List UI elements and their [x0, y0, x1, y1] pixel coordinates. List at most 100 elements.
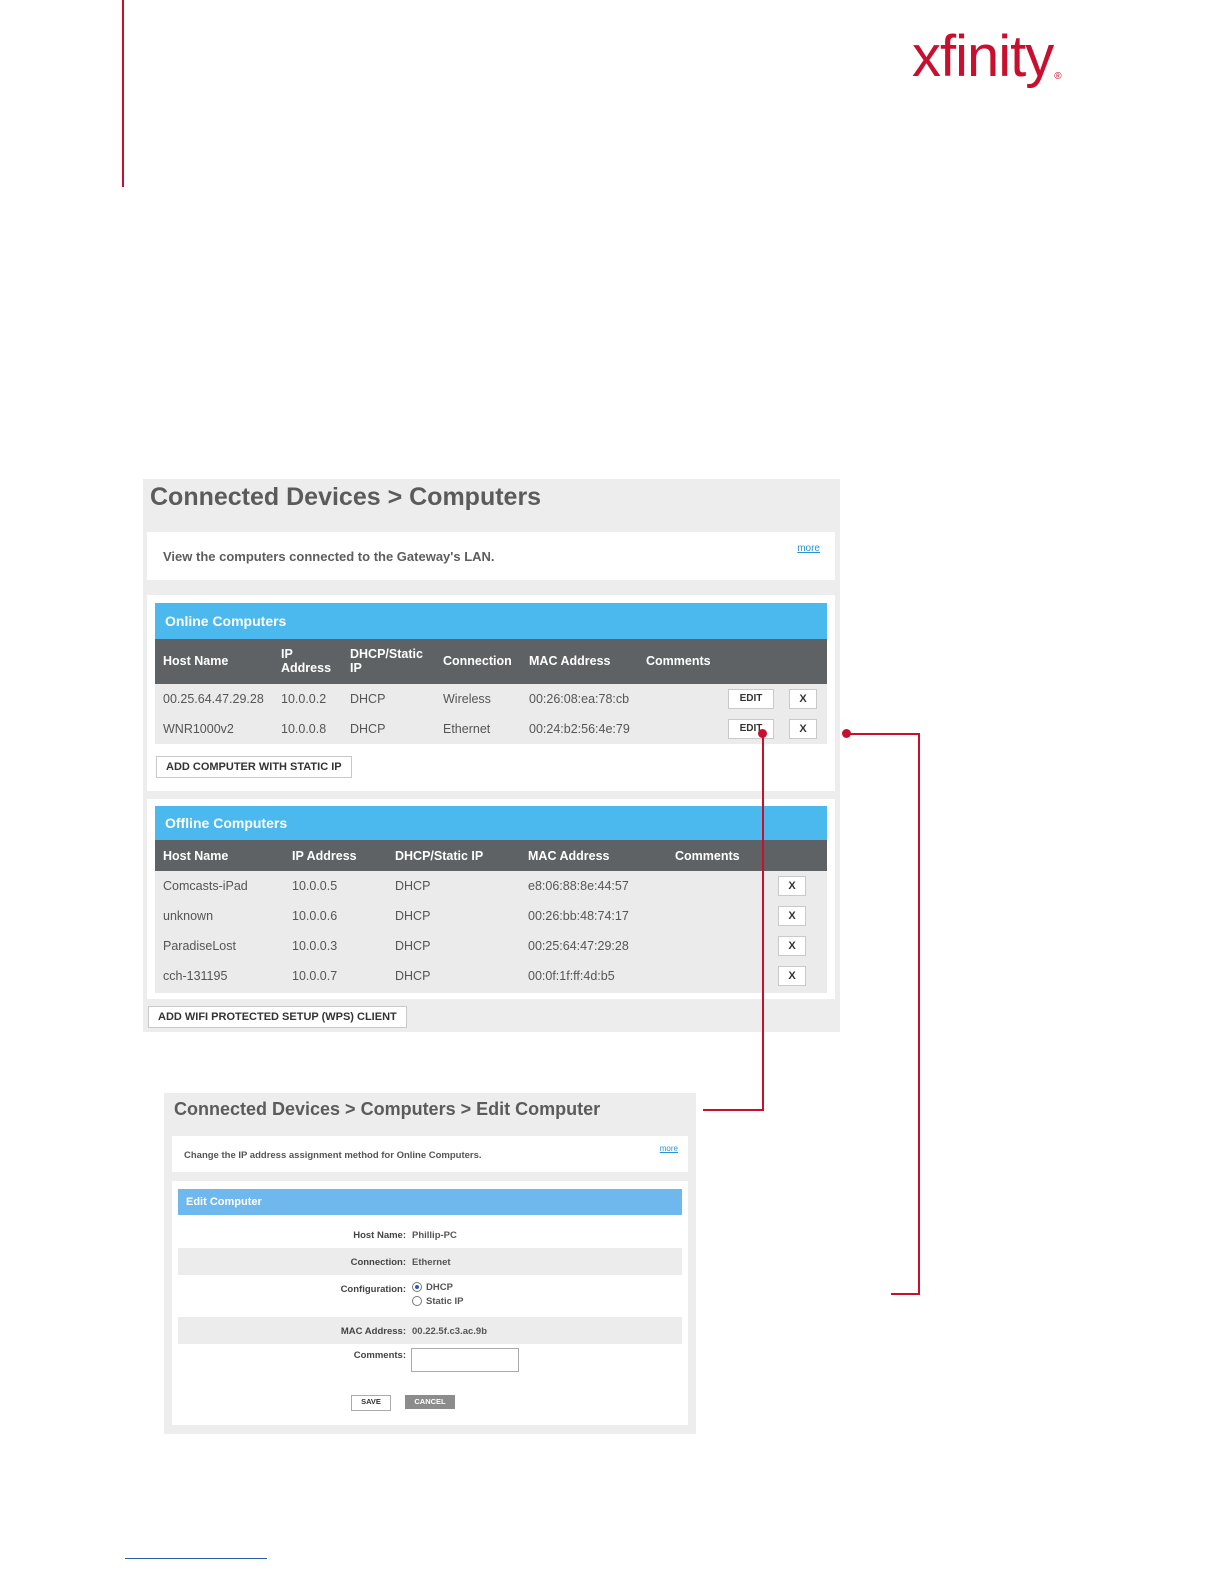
callout-line — [703, 1109, 764, 1111]
remove-button[interactable]: X — [789, 719, 817, 739]
cell-ip: 10.0.0.7 — [292, 969, 338, 983]
description-box: View the computers connected to the Gate… — [147, 532, 835, 580]
edit-description-box: Change the IP address assignment method … — [172, 1136, 688, 1172]
callout-line — [918, 733, 920, 1295]
table-row: WNR1000v2 10.0.0.8 DHCP Ethernet 00:24:b… — [155, 714, 827, 744]
cell-mac: 00:25:64:47:29:28 — [528, 939, 629, 953]
connection-row: Connection: Ethernet — [178, 1248, 682, 1275]
page-title: Connected Devices > Computers — [150, 483, 542, 511]
remove-button[interactable]: X — [778, 906, 806, 926]
cell-mode: DHCP — [395, 879, 431, 893]
col-host-name: Host Name — [163, 849, 229, 863]
cell-host: ParadiseLost — [163, 939, 236, 953]
edit-button[interactable]: EDIT — [728, 689, 774, 709]
cell-mac: 00:0f:1f:ff:4d:b5 — [528, 969, 615, 983]
remove-button[interactable]: X — [778, 936, 806, 956]
radio-selected-icon — [412, 1282, 422, 1293]
cell-mac: 00:24:b2:56:4e:79 — [529, 722, 630, 736]
edit-form: Edit Computer Host Name: Phillip-PC Conn… — [172, 1181, 688, 1425]
configuration-row: Configuration: DHCP Static IP — [178, 1275, 682, 1315]
description-text: View the computers connected to the Gate… — [163, 549, 495, 564]
host-name-value: Phillip-PC — [412, 1230, 457, 1241]
col-ip-address: IP Address — [292, 849, 357, 863]
connection-label: Connection: — [350, 1257, 406, 1268]
callout-line — [891, 1293, 920, 1295]
table-row: unknown 10.0.0.6 DHCP 00:26:bb:48:74:17 … — [155, 901, 827, 931]
cell-mode: DHCP — [395, 909, 431, 923]
offline-rows: Comcasts-iPad 10.0.0.5 DHCP e8:06:88:8e:… — [155, 871, 827, 993]
cell-mode: DHCP — [395, 969, 431, 983]
col-dhcp-static: DHCP/Static IP — [395, 849, 484, 863]
configuration-label: Configuration: — [340, 1284, 406, 1295]
col-comments: Comments — [646, 654, 711, 668]
online-column-headers: Host Name IP Address DHCP/Static IP Connec… — [155, 639, 827, 684]
edit-button[interactable]: EDIT — [728, 719, 774, 739]
xfinity-logo: xfinity® — [912, 24, 1062, 89]
add-static-ip-button[interactable]: ADD COMPUTER WITH STATIC IP — [156, 756, 352, 778]
cell-ip: 10.0.0.6 — [292, 909, 338, 923]
host-name-row: Host Name: Phillip-PC — [178, 1221, 682, 1248]
cell-mac: e8:06:88:8e:44:57 — [528, 879, 629, 893]
cell-mode: DHCP — [395, 939, 431, 953]
comments-textarea[interactable] — [411, 1348, 519, 1372]
remove-button[interactable]: X — [778, 876, 806, 896]
cell-mode: DHCP — [350, 722, 386, 736]
col-connection: Connection — [443, 654, 512, 668]
mac-address-label: MAC Address: — [340, 1326, 406, 1337]
mac-address-value: 00.22.5f.c3.ac.9b — [412, 1326, 487, 1337]
cell-mode: DHCP — [350, 692, 386, 706]
col-comments: Comments — [675, 849, 740, 863]
col-mac-address: MAC Address — [529, 654, 611, 668]
cell-host: 00.25.64.47.29.28 — [163, 692, 264, 706]
edit-computer-heading: Edit Computer — [178, 1189, 682, 1215]
computers-panel: Connected Devices > Computers View the c… — [143, 479, 840, 1032]
callout-line — [846, 733, 920, 735]
footer-rule — [125, 1558, 267, 1559]
table-row: Comcasts-iPad 10.0.0.5 DHCP e8:06:88:8e:… — [155, 871, 827, 901]
radio-dhcp[interactable]: DHCP — [412, 1282, 453, 1293]
table-row: 00.25.64.47.29.28 10.0.0.2 DHCP Wireless… — [155, 684, 827, 714]
radio-empty-icon — [412, 1296, 422, 1307]
callout-line — [762, 734, 764, 1111]
col-mac-address: MAC Address — [528, 849, 610, 863]
cell-host: cch-131195 — [163, 969, 228, 983]
edit-computer-panel: Connected Devices > Computers > Edit Com… — [164, 1093, 696, 1434]
edit-description-text: Change the IP address assignment method … — [184, 1150, 482, 1161]
col-host-name: Host Name — [163, 654, 229, 668]
table-row: cch-131195 10.0.0.7 DHCP 00:0f:1f:ff:4d:… — [155, 961, 827, 991]
cancel-button[interactable]: CANCEL — [405, 1395, 455, 1409]
offline-column-headers: Host Name IP Address DHCP/Static IP MAC … — [155, 840, 827, 871]
cell-mac: 00:26:08:ea:78:cb — [529, 692, 630, 706]
comments-label: Comments: — [353, 1350, 406, 1361]
red-margin-rule — [122, 0, 124, 187]
cell-connection: Wireless — [443, 692, 491, 706]
cell-host: unknown — [163, 909, 214, 923]
offline-computers-section: Offline Computers Host Name IP Address D… — [147, 799, 835, 999]
radio-static-ip[interactable]: Static IP — [412, 1296, 464, 1307]
more-link[interactable]: more — [797, 543, 820, 554]
mac-address-row: MAC Address: 00.22.5f.c3.ac.9b — [178, 1317, 682, 1344]
cell-connection: Ethernet — [443, 722, 491, 736]
add-wps-client-button[interactable]: ADD WIFI PROTECTED SETUP (WPS) CLIENT — [148, 1006, 407, 1028]
cell-mac: 00:26:bb:48:74:17 — [528, 909, 629, 923]
cell-ip: 10.0.0.2 — [281, 692, 327, 706]
online-computers-heading: Online Computers — [155, 603, 827, 639]
save-button[interactable]: SAVE — [351, 1395, 391, 1411]
cell-host: Comcasts-iPad — [163, 879, 248, 893]
online-rows: 00.25.64.47.29.28 10.0.0.2 DHCP Wireless… — [155, 684, 827, 744]
edit-page-title: Connected Devices > Computers > Edit Com… — [174, 1099, 601, 1119]
connection-value: Ethernet — [412, 1257, 451, 1268]
col-dhcp-static: DHCP/Static IP — [350, 647, 423, 675]
col-ip-address: IP Address — [281, 647, 332, 675]
remove-button[interactable]: X — [789, 689, 817, 709]
online-computers-section: Online Computers Host Name IP Address DHC… — [147, 595, 835, 791]
host-name-label: Host Name: — [353, 1230, 406, 1241]
more-link[interactable]: more — [660, 1144, 678, 1153]
cell-ip: 10.0.0.8 — [281, 722, 327, 736]
table-row: ParadiseLost 10.0.0.3 DHCP 00:25:64:47:2… — [155, 931, 827, 961]
cell-ip: 10.0.0.3 — [292, 939, 338, 953]
cell-host: WNR1000v2 — [163, 722, 234, 736]
offline-computers-heading: Offline Computers — [155, 806, 827, 840]
cell-ip: 10.0.0.5 — [292, 879, 338, 893]
remove-button[interactable]: X — [778, 966, 806, 986]
